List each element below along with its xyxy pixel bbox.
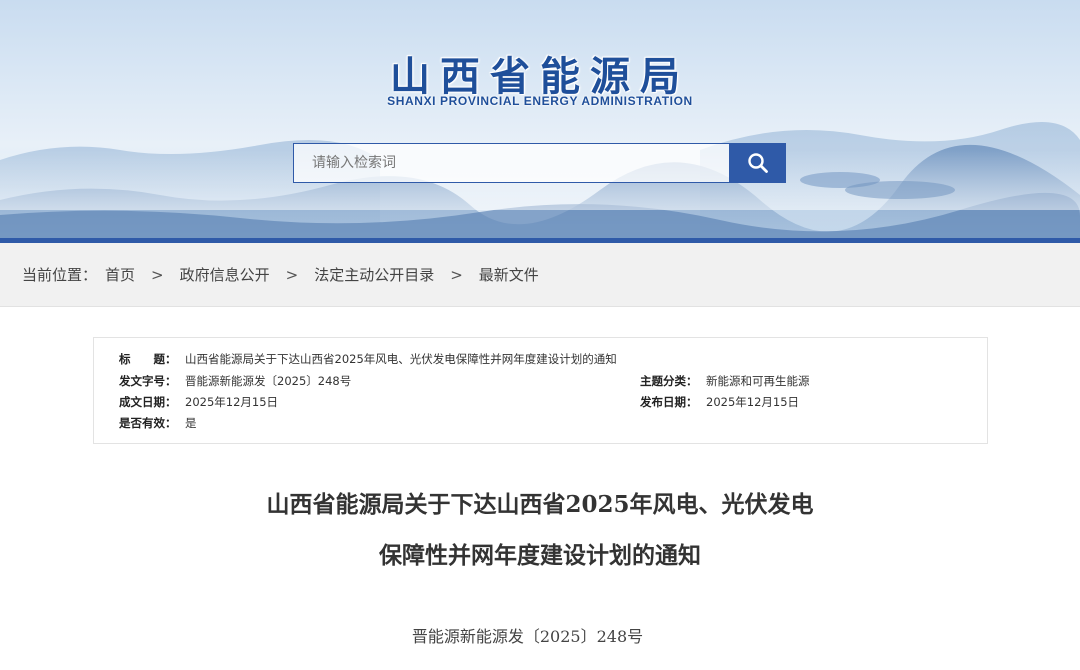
header-banner: 山西省能源局 SHANXI PROVINCIAL ENERGY ADMINIST… <box>0 0 1080 240</box>
meta-valid-label: 是否有效： <box>119 416 177 430</box>
breadcrumb-latest[interactable]: 最新文件 <box>479 264 539 285</box>
breadcrumb: 当前位置： 首页 > 政府信息公开 > 法定主动公开目录 > 最新文件 <box>0 243 1080 307</box>
breadcrumb-separator: > <box>450 265 463 284</box>
meta-topic-label: 主题分类： <box>640 374 698 388</box>
document-title-line2: 保障性并网年度建设计划的通知 <box>379 542 701 569</box>
meta-written-value: 2025年12月15日 <box>185 395 279 409</box>
site-logo-subtitle: SHANXI PROVINCIAL ENERGY ADMINISTRATION <box>387 94 693 108</box>
meta-title-label: 标 题： <box>119 352 177 366</box>
search-bar <box>293 143 786 183</box>
breadcrumb-catalog[interactable]: 法定主动公开目录 <box>314 264 434 285</box>
meta-topic-value: 新能源和可再生能源 <box>706 374 810 388</box>
meta-title-value: 山西省能源局关于下达山西省2025年风电、光伏发电保障性并网年度建设计划的通知 <box>185 352 617 366</box>
meta-valid-row: 是否有效： 是 <box>119 415 197 431</box>
meta-written-row: 成文日期： 2025年12月15日 <box>119 394 278 410</box>
search-input[interactable] <box>293 143 729 183</box>
meta-docno-row: 发文字号： 晋能源新能源发〔2025〕248号 <box>119 373 351 389</box>
meta-valid-value: 是 <box>185 416 197 430</box>
meta-topic-row: 主题分类： 新能源和可再生能源 <box>640 373 810 389</box>
meta-published-value: 2025年12月15日 <box>706 395 800 409</box>
breadcrumb-separator: > <box>285 265 299 284</box>
document-number: 晋能源新能源发〔2025〕248号 <box>411 627 644 646</box>
document-metadata-box: 标 题： 山西省能源局关于下达山西省2025年风电、光伏发电保障性并网年度建设计… <box>93 337 988 444</box>
search-icon <box>747 153 768 173</box>
meta-title-row: 标 题： 山西省能源局关于下达山西省2025年风电、光伏发电保障性并网年度建设计… <box>119 351 617 367</box>
meta-docno-label: 发文字号： <box>119 374 177 388</box>
breadcrumb-lead: 当前位置： <box>22 266 98 284</box>
meta-docno-value: 晋能源新能源发〔2025〕248号 <box>185 374 352 388</box>
breadcrumb-home[interactable]: 首页 <box>105 264 135 285</box>
meta-published-row: 发布日期： 2025年12月15日 <box>640 394 799 410</box>
mountain-scenery-image <box>0 122 1080 240</box>
breadcrumb-gov-info[interactable]: 政府信息公开 <box>180 264 270 285</box>
meta-written-label: 成文日期： <box>119 395 177 409</box>
meta-published-label: 发布日期： <box>640 395 698 409</box>
breadcrumb-separator: > <box>151 265 164 284</box>
document-title-line1: 山西省能源局关于下达山西省2025年风电、光伏发电 <box>266 491 814 518</box>
search-button[interactable] <box>729 143 786 183</box>
